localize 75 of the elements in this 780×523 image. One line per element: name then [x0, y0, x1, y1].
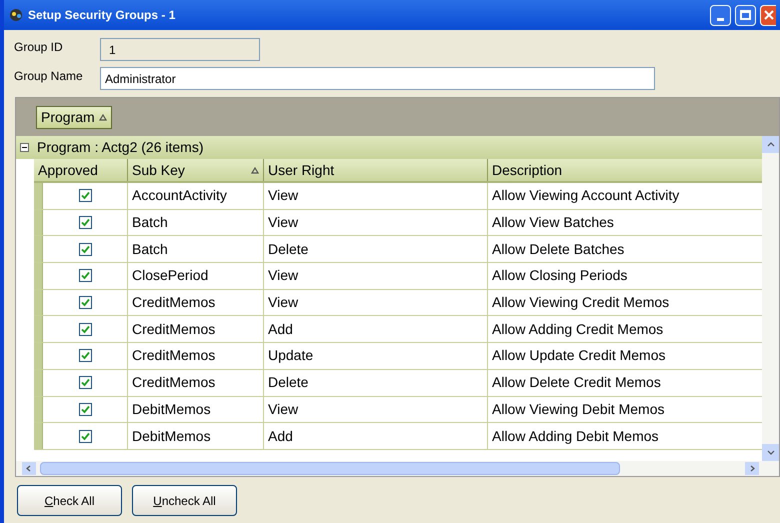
- table-cell: Batch: [128, 236, 264, 262]
- chevron-down-icon: [766, 449, 774, 456]
- table-cell: Add: [264, 316, 488, 342]
- table-cell: AccountActivity: [128, 183, 264, 209]
- maximize-button[interactable]: [735, 4, 756, 26]
- table-cell: Update: [264, 343, 488, 369]
- table-cell: DebitMemos: [128, 396, 264, 422]
- table-cell: ClosePeriod: [128, 263, 264, 289]
- chevron-up-icon: [766, 141, 774, 148]
- chevron-left-icon: [25, 465, 33, 472]
- table-cell-text: Allow Delete Credit Memos: [491, 373, 662, 392]
- app-icon: [8, 7, 24, 23]
- group-label: Program : Actg2 (26 items): [37, 138, 204, 157]
- column-title: User Right: [268, 160, 334, 180]
- group-by-button[interactable]: Program: [36, 106, 112, 128]
- window-title: Setup Security Groups - 1: [28, 7, 176, 24]
- table-cell: Add: [264, 423, 488, 449]
- close-icon: [764, 10, 774, 20]
- checkbox[interactable]: [78, 376, 92, 390]
- table-cell: View: [264, 210, 488, 236]
- action-button[interactable]: Uncheck All: [132, 485, 237, 516]
- table-cell: View: [264, 263, 488, 289]
- checkbox[interactable]: [78, 296, 92, 310]
- group-id-field: 1: [100, 38, 260, 61]
- scrollbar-thumb[interactable]: [40, 462, 620, 475]
- table-cell-text: Allow Closing Periods: [491, 266, 628, 286]
- table-cell: View: [264, 396, 488, 422]
- checkbox[interactable]: [78, 430, 92, 443]
- table-cell: DebitMemos: [128, 423, 264, 449]
- checkbox[interactable]: [78, 349, 92, 362]
- table-cell: CreditMemos: [128, 370, 264, 396]
- table-cell-text: Allow Update Credit Memos: [491, 346, 667, 366]
- checkbox[interactable]: [78, 242, 92, 256]
- scroll-down-button[interactable]: [762, 444, 779, 461]
- table-cell-text: Allow Viewing Debit Memos: [491, 400, 666, 419]
- group-row[interactable]: Program : Actg2 (26 items): [16, 136, 762, 159]
- scroll-right-button[interactable]: [745, 462, 759, 475]
- field-label: Group ID: [14, 39, 64, 56]
- table-cell: View: [264, 183, 488, 209]
- action-button[interactable]: Check All: [17, 485, 122, 516]
- table-cell-text: Allow Delete Batches: [491, 240, 626, 259]
- scroll-left-button[interactable]: [22, 462, 36, 475]
- chevron-right-icon: [748, 465, 756, 472]
- column-title: Approved: [38, 160, 98, 180]
- table-cell: View: [264, 290, 488, 316]
- table-cell-text: Allow View Batches: [491, 213, 615, 232]
- table-cell: CreditMemos: [128, 290, 264, 316]
- group-name-field[interactable]: Administrator: [100, 67, 655, 90]
- field-label: Group Name: [14, 68, 84, 85]
- checkbox[interactable]: [78, 322, 92, 336]
- table-cell: CreditMemos: [128, 343, 264, 369]
- checkbox[interactable]: [78, 189, 92, 202]
- sort-icon: [98, 114, 107, 120]
- column-header[interactable]: User Right: [264, 159, 488, 181]
- table-cell: Batch: [128, 210, 264, 236]
- collapse-icon[interactable]: [20, 143, 29, 152]
- table-cell-text: Allow Viewing Account Activity: [491, 186, 680, 206]
- column-title: Description: [492, 160, 562, 180]
- column-title: Sub Key: [132, 160, 185, 180]
- scroll-up-button[interactable]: [762, 136, 779, 153]
- close-button[interactable]: [760, 4, 776, 26]
- column-header[interactable]: Approved: [34, 159, 128, 181]
- table-cell: Delete: [264, 370, 488, 396]
- minimize-button[interactable]: [710, 4, 731, 26]
- vertical-scrollbar[interactable]: [762, 136, 779, 461]
- checkbox[interactable]: [78, 402, 92, 416]
- table-cell: Delete: [264, 236, 488, 262]
- table-cell-text: Allow Adding Debit Memos: [491, 426, 660, 446]
- checkbox[interactable]: [78, 269, 92, 282]
- table-cell-text: Allow Adding Credit Memos: [491, 320, 664, 339]
- column-header[interactable]: Sub Key: [128, 159, 264, 181]
- table-cell: CreditMemos: [128, 316, 264, 342]
- checkbox[interactable]: [78, 216, 92, 230]
- horizontal-scrollbar[interactable]: [16, 461, 779, 476]
- table-cell-text: Allow Viewing Credit Memos: [491, 293, 670, 312]
